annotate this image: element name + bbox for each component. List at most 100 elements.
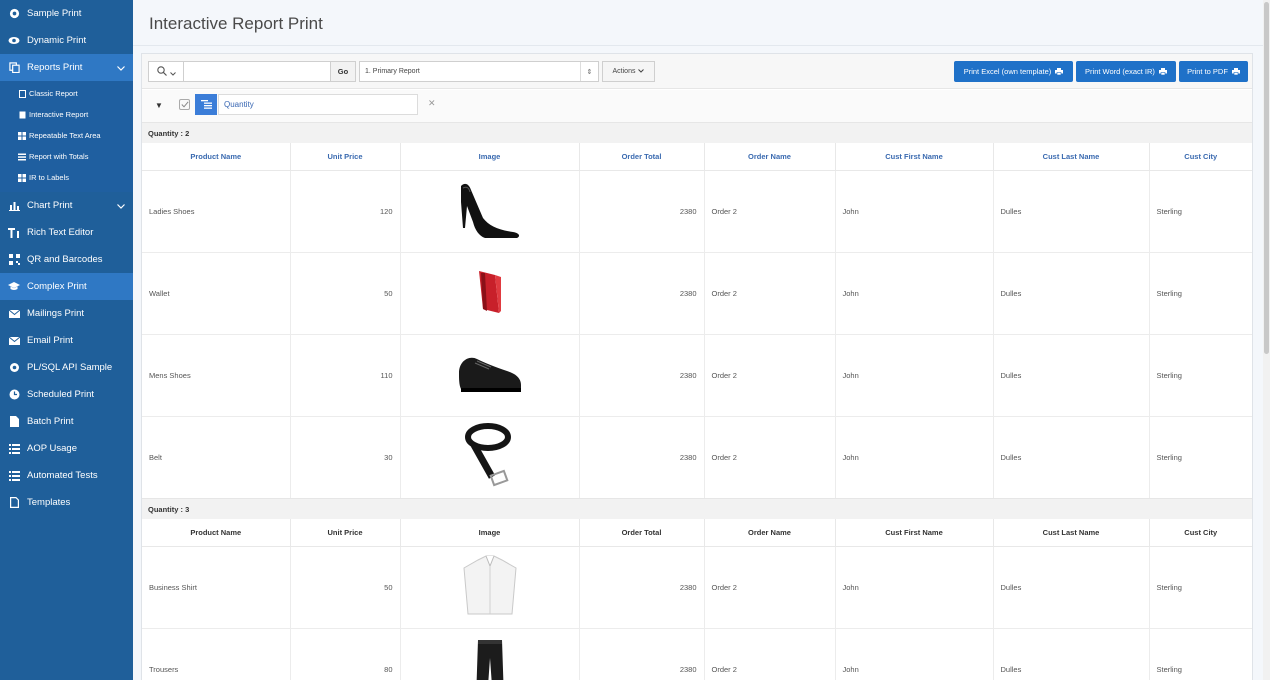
column-header-order-name[interactable]: Order Name (704, 143, 836, 171)
cell-order-total: 2380 (579, 546, 705, 629)
trousers-image (476, 640, 503, 680)
cell-image (400, 416, 580, 499)
cell-unit-price: 110 (290, 334, 401, 417)
table-row: Belt 30 2380 Order 2 John Dulles Sterlin… (142, 416, 1252, 499)
column-header-order-total[interactable]: Order Total (579, 519, 705, 547)
sidebar-subitem-label: Interactive Report (29, 110, 89, 119)
collapse-toggle[interactable]: ▼ (155, 101, 163, 110)
sidebar-subitem-interactive-report[interactable]: Interactive Report (0, 104, 133, 125)
print-excel-button[interactable]: Print Excel (own template) (954, 61, 1073, 82)
wallet-image (478, 271, 501, 313)
column-header-unit-price[interactable]: Unit Price (290, 519, 401, 547)
sidebar-item-label: Rich Text Editor (27, 227, 94, 238)
column-header-cust-city[interactable]: Cust City (1149, 519, 1252, 547)
report-table-group-1: Product Name Unit Price Image Order Tota… (142, 143, 1252, 499)
chevron-down-icon[interactable] (117, 201, 125, 212)
sidebar-item-dynamic-print[interactable]: Dynamic Print (0, 27, 133, 54)
column-header-unit-price[interactable]: Unit Price (290, 143, 401, 171)
print-word-button[interactable]: Print Word (exact IR) (1076, 61, 1176, 82)
column-header-cust-last-name[interactable]: Cust Last Name (993, 519, 1150, 547)
sidebar-item-automated-tests[interactable]: Automated Tests (0, 462, 133, 489)
column-header-cust-city[interactable]: Cust City (1149, 143, 1252, 171)
control-break-label[interactable]: Quantity (218, 94, 418, 115)
cell-image (400, 170, 580, 253)
print-pdf-label: Print to PDF (1187, 67, 1228, 76)
search-columns-button[interactable] (148, 61, 184, 82)
sidebar-item-qr-and-barcodes[interactable]: QR and Barcodes (0, 246, 133, 273)
print-excel-label: Print Excel (own template) (963, 67, 1052, 76)
remove-control-break-icon[interactable]: ✕ (428, 98, 436, 109)
page-scrollbar-thumb[interactable] (1264, 2, 1269, 354)
bar-chart-icon (8, 200, 20, 212)
sidebar-item-label: Chart Print (27, 200, 73, 211)
sidebar-item-batch-print[interactable]: Batch Print (0, 408, 133, 435)
group-header-quantity-3: Quantity : 3 (142, 498, 1252, 519)
sidebar-item-rich-text-editor[interactable]: Rich Text Editor (0, 219, 133, 246)
search-input[interactable] (183, 61, 331, 82)
column-header-product-name[interactable]: Product Name (142, 143, 291, 171)
go-button[interactable]: Go (330, 61, 356, 82)
cell-product-name: Wallet (142, 252, 291, 335)
sidebar-item-chart-print[interactable]: Chart Print (0, 192, 133, 219)
cell-order-name: Order 2 (704, 546, 836, 629)
column-header-order-total[interactable]: Order Total (579, 143, 705, 171)
cell-image (400, 546, 580, 629)
control-break-enable-checkbox[interactable] (179, 99, 190, 110)
sidebar-item-sample-print[interactable]: Sample Print (0, 0, 133, 27)
grid-icon (18, 173, 26, 182)
sidebar-item-label: Sample Print (27, 8, 82, 19)
sidebar-item-templates[interactable]: Templates (0, 489, 133, 516)
heel-image (460, 183, 519, 238)
sidebar-subitem-repeatable-text-area[interactable]: Repeatable Text Area (0, 125, 133, 146)
sidebar-item-label: Dynamic Print (27, 35, 87, 46)
sidebar-subitem-classic-report[interactable]: Classic Report (0, 83, 133, 104)
cell-product-name: Trousers (142, 628, 291, 680)
sidebar-item-plsql-api-sample[interactable]: PL/SQL API Sample (0, 354, 133, 381)
envelope-icon (8, 308, 20, 320)
sidebar-item-label: Scheduled Print (27, 389, 95, 400)
column-header-order-name[interactable]: Order Name (704, 519, 836, 547)
saved-report-select[interactable]: 1. Primary Report ⇕ (359, 61, 599, 82)
print-pdf-button[interactable]: Print to PDF (1179, 61, 1248, 82)
cell-order-total: 2380 (579, 170, 705, 253)
saved-report-value: 1. Primary Report (365, 68, 420, 75)
sidebar-item-reports-print[interactable]: Reports Print (0, 54, 133, 81)
cell-unit-price: 80 (290, 628, 401, 680)
sidebar-item-scheduled-print[interactable]: Scheduled Print (0, 381, 133, 408)
sidebar-item-label: AOP Usage (27, 443, 77, 454)
cell-unit-price: 50 (290, 546, 401, 629)
column-header-cust-last-name[interactable]: Cust Last Name (993, 143, 1150, 171)
cell-cust-last-name: Dulles (993, 546, 1150, 629)
file-icon (8, 416, 20, 428)
cell-unit-price: 50 (290, 252, 401, 335)
sidebar-item-complex-print[interactable]: Complex Print (0, 273, 133, 300)
cell-cust-city: Sterling (1149, 252, 1252, 335)
sidebar-item-mailings-print[interactable]: Mailings Print (0, 300, 133, 327)
sidebar-item-email-print[interactable]: Email Print (0, 327, 133, 354)
file-icon (8, 497, 20, 509)
sidebar-item-label: Automated Tests (27, 470, 98, 481)
cell-order-total: 2380 (579, 416, 705, 499)
printer-icon (1055, 68, 1064, 76)
header-divider (133, 45, 1270, 46)
sidebar-subitem-ir-to-labels[interactable]: IR to Labels (0, 167, 133, 188)
doc-icon (18, 89, 26, 98)
sidebar-item-aop-usage[interactable]: AOP Usage (0, 435, 133, 462)
control-break-row: ▼ Quantity ✕ (142, 90, 1252, 122)
actions-menu-button[interactable]: Actions (602, 61, 655, 82)
chevron-up-icon[interactable] (117, 63, 125, 74)
control-break-icon[interactable] (195, 94, 217, 115)
list-icon (18, 153, 26, 161)
sidebar-subitem-label: Report with Totals (29, 152, 89, 161)
column-header-image[interactable]: Image (400, 143, 580, 171)
column-header-cust-first-name[interactable]: Cust First Name (835, 519, 994, 547)
column-header-cust-first-name[interactable]: Cust First Name (835, 143, 994, 171)
column-header-image[interactable]: Image (400, 519, 580, 547)
sidebar-subitem-label: Classic Report (29, 89, 78, 98)
cell-cust-first-name: John (835, 334, 994, 417)
sidebar-subitem-report-with-totals[interactable]: Report with Totals (0, 146, 133, 167)
cell-cust-first-name: John (835, 546, 994, 629)
actions-label: Actions (612, 68, 636, 75)
cell-image (400, 252, 580, 335)
column-header-product-name[interactable]: Product Name (142, 519, 291, 547)
